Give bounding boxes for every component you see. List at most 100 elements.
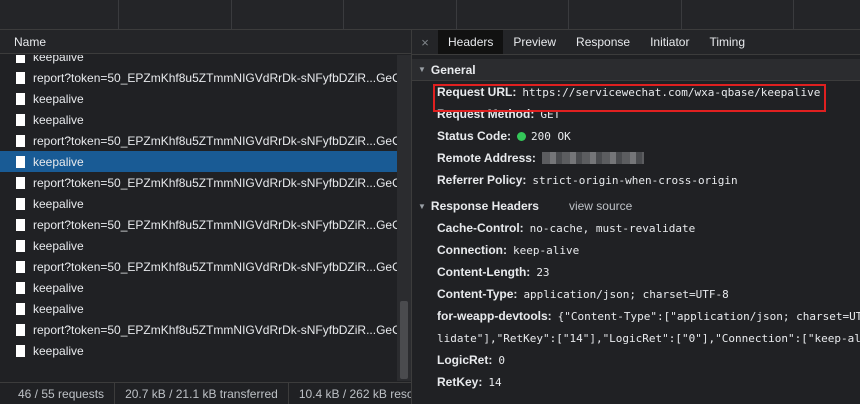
request-row[interactable]: keepalive (0, 340, 397, 361)
document-icon (16, 344, 25, 357)
timeline-gridline (231, 0, 232, 30)
redacted-address (541, 152, 644, 164)
content-type-key: Content-Type: (437, 287, 518, 301)
document-icon (16, 302, 25, 315)
request-name: keepalive (33, 91, 84, 106)
request-list-scrollbar[interactable] (397, 55, 411, 381)
cache-control-key: Cache-Control: (437, 221, 524, 235)
timeline-gridline (681, 0, 682, 30)
network-timeline-overview[interactable] (0, 0, 860, 30)
timeline-gridline (568, 0, 569, 30)
request-name: report?token=50_EPZmKhf8u5ZTmmNIGVdRrDk-… (33, 70, 397, 85)
request-name: keepalive (33, 343, 84, 358)
request-row[interactable]: keepalive (0, 193, 397, 214)
document-icon (16, 239, 25, 252)
tab-preview[interactable]: Preview (503, 30, 566, 54)
document-icon (16, 134, 25, 147)
request-row[interactable]: report?token=50_EPZmKhf8u5ZTmmNIGVdRrDk-… (0, 319, 397, 340)
request-name: report?token=50_EPZmKhf8u5ZTmmNIGVdRrDk-… (33, 175, 397, 190)
tab-headers[interactable]: Headers (438, 30, 504, 54)
close-icon[interactable]: × (412, 30, 438, 54)
response-headers-section-header[interactable]: ▼ Response Headers view source (412, 195, 860, 217)
content-length-value: 23 (536, 265, 550, 279)
tab-response[interactable]: Response (566, 30, 640, 54)
transferred-size: 20.7 kB / 21.1 kB transferred (115, 383, 289, 404)
request-method-value: GET (540, 107, 561, 121)
request-url-value: https://servicewechat.com/wxa-qbase/keep… (522, 85, 821, 99)
document-icon (16, 197, 25, 210)
status-code-row: Status Code: 200 OK (412, 125, 860, 147)
request-name: keepalive (33, 196, 84, 211)
content-length-row: Content-Length: 23 (412, 261, 860, 283)
request-url-key: Request URL: (437, 85, 517, 99)
connection-value: keep-alive (513, 243, 580, 257)
timeline-gridline (456, 0, 457, 30)
content-length-key: Content-Length: (437, 265, 531, 279)
request-method-key: Request Method: (437, 107, 535, 121)
resources-size: 10.4 kB / 262 kB resou (298, 386, 411, 401)
timeline-gridline (793, 0, 794, 30)
connection-row: Connection: keep-alive (412, 239, 860, 261)
request-row[interactable]: keepalive (0, 277, 397, 298)
remote-address-key: Remote Address: (437, 151, 536, 165)
document-icon (16, 218, 25, 231)
request-row[interactable]: report?token=50_EPZmKhf8u5ZTmmNIGVdRrDk-… (0, 172, 397, 193)
remote-address-row: Remote Address: (412, 147, 860, 169)
request-row[interactable]: keepalive (0, 88, 397, 109)
request-row[interactable]: keepalive (0, 55, 397, 67)
logicret-value: 0 (498, 353, 505, 367)
retkey-row: RetKey: 14 (412, 371, 860, 393)
request-row[interactable]: report?token=50_EPZmKhf8u5ZTmmNIGVdRrDk-… (0, 214, 397, 235)
document-icon (16, 260, 25, 273)
request-method-row: Request Method: GET (412, 103, 860, 125)
content-type-value: application/json; charset=UTF-8 (523, 287, 729, 301)
request-row[interactable]: keepalive (0, 109, 397, 130)
request-row[interactable]: keepalive (0, 298, 397, 319)
request-row[interactable]: keepalive (0, 151, 397, 172)
request-row[interactable]: report?token=50_EPZmKhf8u5ZTmmNIGVdRrDk-… (0, 256, 397, 277)
status-code-key: Status Code: (437, 129, 512, 143)
document-icon (16, 323, 25, 336)
logicret-key: LogicRet: (437, 353, 493, 367)
view-source-link[interactable]: view source (569, 199, 632, 213)
document-icon (16, 71, 25, 84)
network-status-bar: 46 / 55 requests 20.7 kB / 21.1 kB trans… (0, 382, 411, 404)
document-icon (16, 55, 25, 63)
request-name: keepalive (33, 301, 84, 316)
devtools-header-value-line2: lidate"],"RetKey":["14"],"LogicRet":["0"… (437, 331, 860, 345)
document-icon (16, 155, 25, 168)
request-row[interactable]: keepalive (0, 235, 397, 256)
referrer-policy-key: Referrer Policy: (437, 173, 527, 187)
devtools-header-continuation: lidate"],"RetKey":["14"],"LogicRet":["0"… (412, 327, 860, 349)
general-section-title: General (430, 62, 476, 77)
document-icon (16, 176, 25, 189)
request-name: report?token=50_EPZmKhf8u5ZTmmNIGVdRrDk-… (33, 133, 397, 148)
retkey-value: 14 (488, 375, 502, 389)
request-name: keepalive (33, 280, 84, 295)
content-type-row: Content-Type: application/json; charset=… (412, 283, 860, 305)
request-count: 46 / 55 requests (0, 383, 116, 404)
request-url-row: Request URL: https://servicewechat.com/w… (412, 81, 860, 103)
document-icon (16, 281, 25, 294)
request-name: keepalive (33, 238, 84, 253)
document-icon (16, 92, 25, 105)
cache-control-row: Cache-Control: no-cache, must-revalidate (412, 217, 860, 239)
devtools-header-key: for-weapp-devtools: (437, 309, 552, 323)
status-dot-icon (517, 131, 527, 141)
request-row[interactable]: report?token=50_EPZmKhf8u5ZTmmNIGVdRrDk-… (0, 130, 397, 151)
request-list-panel: Name keepalive report?token=50_EPZmKhf8u5… (0, 30, 411, 404)
details-tab-bar: × Headers Preview Response Initiator Tim… (412, 30, 860, 55)
referrer-policy-row: Referrer Policy: strict-origin-when-cros… (412, 169, 860, 191)
request-name: keepalive (33, 55, 84, 64)
devtools-header-value-line1: {"Content-Type":["application/json; char… (557, 309, 860, 323)
expand-triangle-icon: ▼ (418, 65, 426, 74)
tab-timing[interactable]: Timing (699, 30, 755, 54)
request-row[interactable]: report?token=50_EPZmKhf8u5ZTmmNIGVdRrDk-… (0, 67, 397, 88)
tab-initiator[interactable]: Initiator (640, 30, 699, 54)
devtools-header-row: for-weapp-devtools: {"Content-Type":["ap… (412, 305, 860, 327)
name-column-header[interactable]: Name (0, 30, 411, 54)
general-section-header[interactable]: ▼ General (412, 59, 860, 81)
expand-triangle-icon: ▼ (418, 201, 426, 211)
request-details-panel: × Headers Preview Response Initiator Tim… (412, 30, 860, 404)
scrollbar-thumb[interactable] (400, 301, 408, 379)
